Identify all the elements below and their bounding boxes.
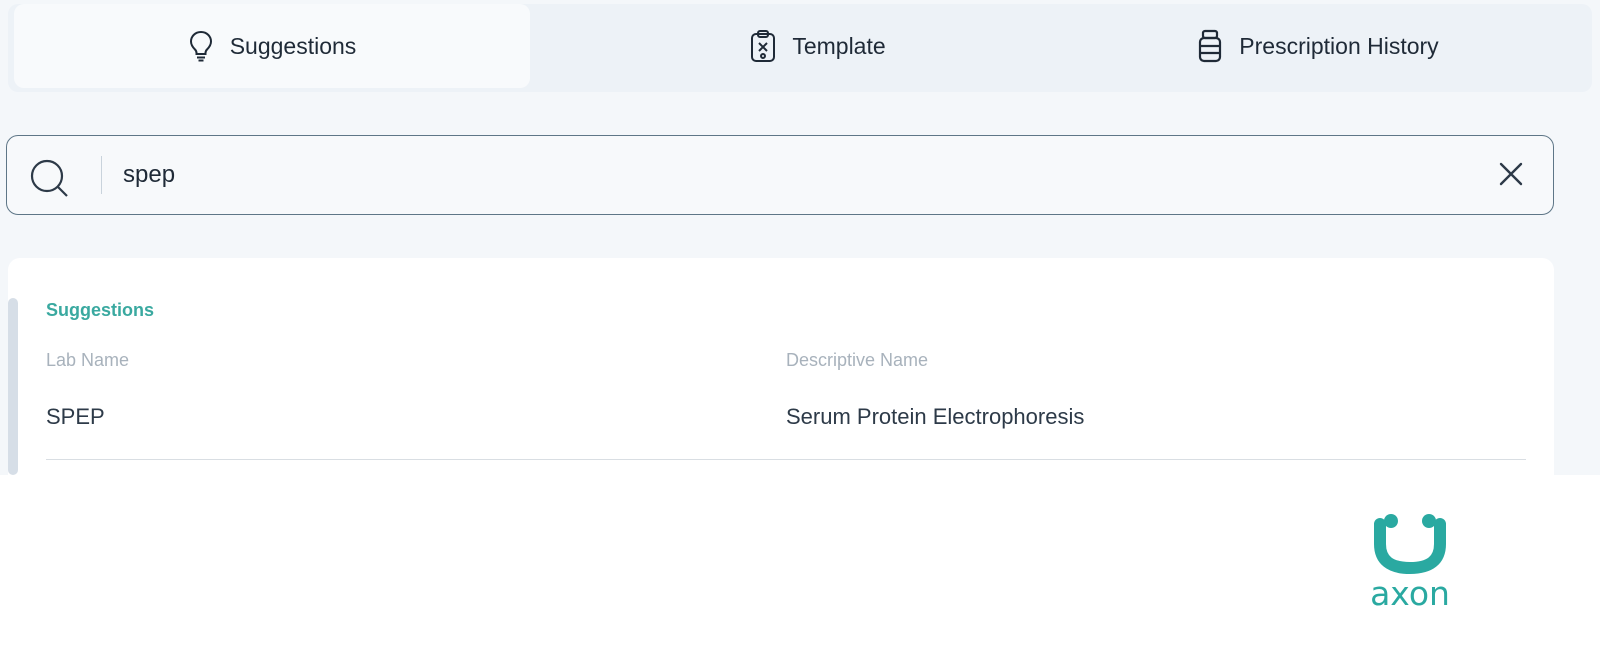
pill-bottle-icon xyxy=(1197,29,1223,63)
table-row[interactable]: SPEP Serum Protein Electrophoresis xyxy=(46,390,1526,460)
tab-suggestions[interactable]: Suggestions xyxy=(14,4,530,88)
column-header-lab-name: Lab Name xyxy=(46,350,130,370)
tab-prescription-history[interactable]: Prescription History xyxy=(1048,4,1588,88)
lightbulb-icon xyxy=(188,30,214,62)
search-input[interactable] xyxy=(123,154,1423,196)
tab-label: Suggestions xyxy=(229,32,357,59)
search-icon xyxy=(29,158,69,203)
results-list: Suggestions Lab Name Descriptive Name SP… xyxy=(8,258,1554,475)
column-header-descriptive-name: Descriptive Name xyxy=(786,350,929,370)
tab-bar: Suggestions Template Prescription Histor… xyxy=(8,4,1592,92)
descriptive-name-cell: Serum Protein Electrophoresis xyxy=(786,404,1085,429)
tab-label: Prescription History xyxy=(1239,32,1439,59)
lab-name-cell: SPEP xyxy=(46,404,105,429)
clipboard-icon xyxy=(750,29,776,63)
close-icon[interactable] xyxy=(1497,160,1525,193)
scrollbar[interactable] xyxy=(8,298,18,475)
axon-logo: axon xyxy=(1360,510,1460,620)
search-divider xyxy=(101,156,102,194)
lab-search-panel: Suggestions Template Prescription Histor… xyxy=(0,0,1600,475)
logo-text: axon xyxy=(1370,574,1450,613)
tab-template[interactable]: Template xyxy=(568,4,1068,88)
tab-label: Template xyxy=(792,32,886,59)
search-bar xyxy=(6,135,1554,215)
section-title: Suggestions xyxy=(46,300,155,320)
